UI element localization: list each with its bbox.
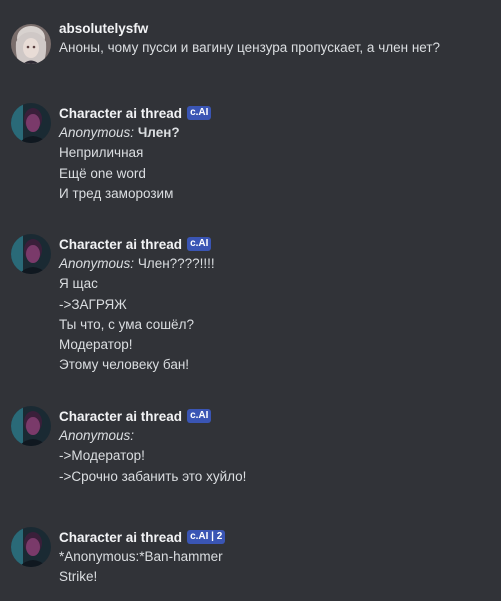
anon-text: Член????!!!! — [137, 256, 215, 271]
message-author[interactable]: Character ai thread — [59, 409, 182, 424]
avatar[interactable] — [11, 234, 51, 274]
message-text: ->ЗАГРЯЖ — [59, 296, 127, 312]
avatar[interactable] — [11, 103, 51, 143]
message-author[interactable]: Character ai thread — [59, 237, 182, 252]
chat-log: absolutelysfw Аноны, чому пусси и вагину… — [0, 0, 501, 601]
anon-text: Член? — [137, 125, 180, 140]
anon-label: Anonymous: — [59, 256, 135, 271]
message-text: Модератор! — [59, 337, 133, 353]
message-text: ->Срочно забанить это хуйло! — [59, 468, 247, 484]
message-text: Неприличная — [59, 145, 144, 161]
avatar[interactable] — [11, 24, 51, 64]
message-text: Anonymous: Член? — [59, 123, 493, 143]
avatar[interactable] — [11, 406, 51, 446]
app-tag-badge: c.AI — [187, 409, 212, 423]
message-author[interactable]: Character ai thread — [59, 106, 182, 121]
avatar[interactable] — [11, 527, 51, 567]
message-text: Ты что, с ума сошёл? — [59, 316, 194, 332]
app-tag-badge: c.AI | 2 — [187, 530, 226, 544]
anon-label: Anonymous: — [59, 428, 135, 443]
message-text: Ещё one word — [59, 165, 146, 181]
message-text: Strike! — [59, 569, 98, 585]
message-text: Аноны, чому пусси и вагину цензура пропу… — [59, 40, 441, 55]
message-text: *Anonymous:*Ban-hammer — [59, 549, 223, 564]
message-author[interactable]: Character ai thread — [59, 530, 182, 545]
app-tag-badge: c.AI — [187, 237, 212, 251]
message-text: ->Модератор! — [59, 448, 145, 464]
message-author[interactable]: absolutelysfw — [59, 21, 148, 36]
message-text: И тред заморозим — [59, 185, 174, 201]
message-text: Этому человеку бан! — [59, 357, 190, 373]
message-text: Anonymous: Член????!!!! — [59, 254, 493, 274]
app-tag-badge: c.AI — [187, 106, 212, 120]
message-text: Я щас — [59, 276, 98, 292]
anon-label: Anonymous: — [59, 125, 135, 140]
